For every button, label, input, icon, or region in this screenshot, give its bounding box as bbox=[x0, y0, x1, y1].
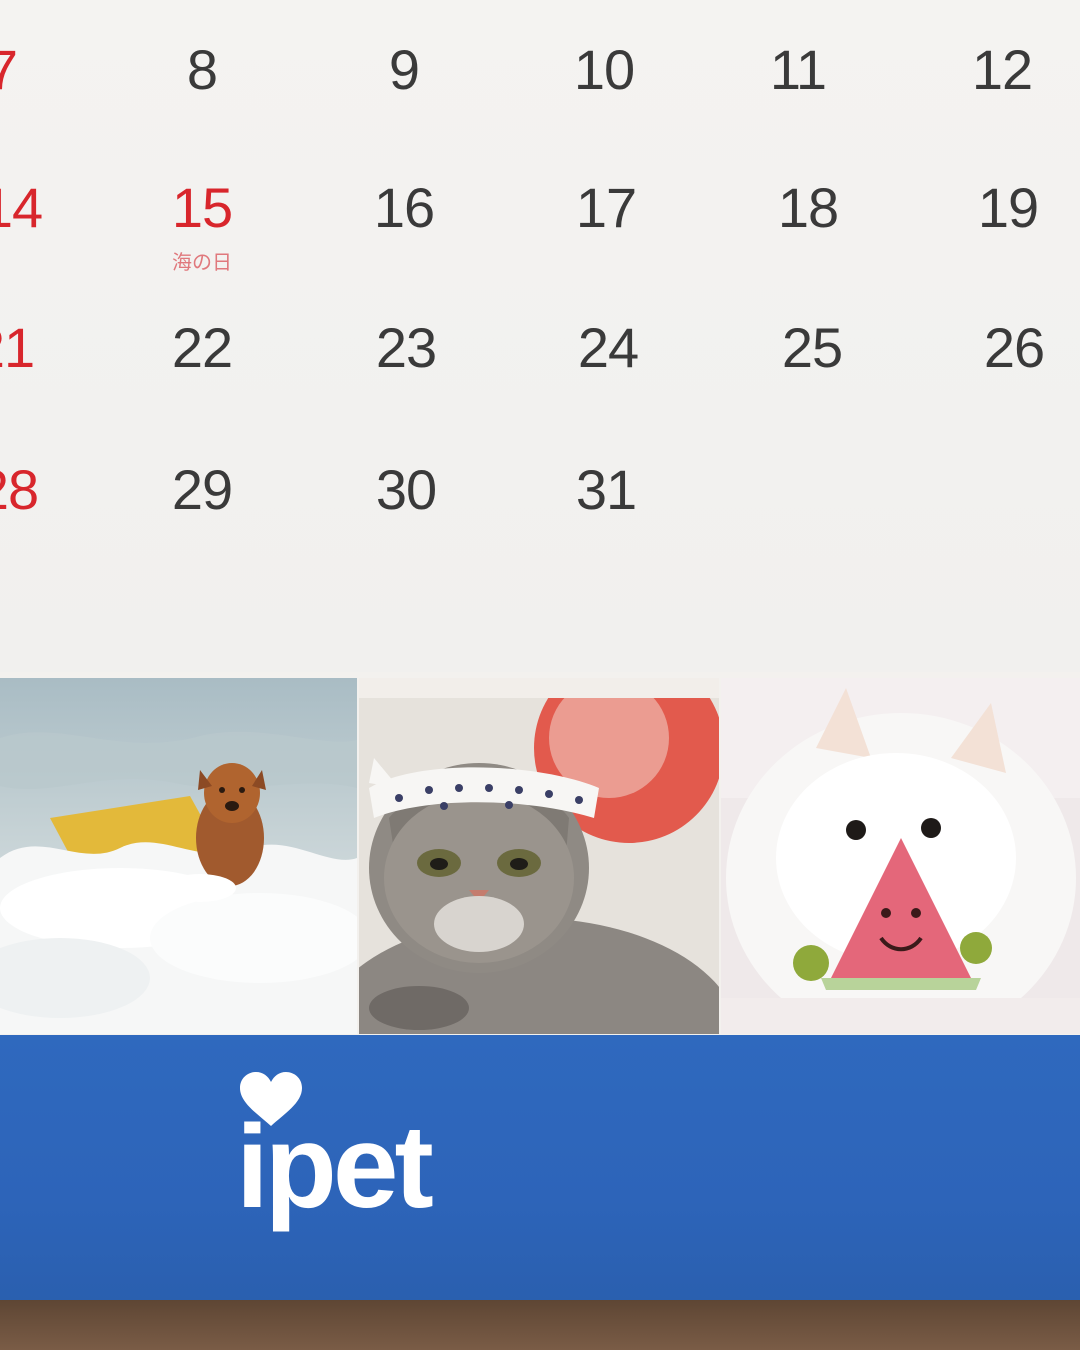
calendar-day: 8 bbox=[186, 38, 218, 101]
calendar-day: 14 bbox=[0, 176, 43, 239]
calendar-day: 22 bbox=[171, 316, 233, 379]
calendar-day: 7 bbox=[0, 38, 18, 101]
photo-strip bbox=[0, 672, 1080, 1040]
calendar-day: 11 bbox=[769, 38, 827, 101]
calendar-day: 29 bbox=[171, 458, 233, 521]
calendar-day: 23 bbox=[375, 316, 437, 379]
calendar-day: 9 bbox=[388, 38, 420, 101]
calendar-day: 21 bbox=[0, 316, 35, 379]
table-surface bbox=[0, 1300, 1080, 1350]
calendar-stand-base bbox=[0, 1035, 1080, 1310]
calendar-day: 19 bbox=[977, 176, 1039, 239]
calendar-day: 17 bbox=[575, 176, 637, 239]
calendar-day: 18 bbox=[777, 176, 839, 239]
calendar-day: 25 bbox=[781, 316, 843, 379]
calendar-day: 12 bbox=[971, 38, 1033, 101]
calendar-day: 24 bbox=[577, 316, 639, 379]
ipet-logo: ipet bbox=[236, 1068, 496, 1248]
cat-headband-photo bbox=[359, 678, 719, 1034]
calendar-day-holiday: 15 bbox=[171, 176, 233, 239]
brand-name: ipet bbox=[236, 1101, 434, 1233]
dog-watermelon-photo bbox=[721, 678, 1080, 1034]
calendar-page: 7 8 9 10 11 12 14 15 海の日 16 17 18 19 21 … bbox=[0, 0, 1080, 672]
dog-surfing-photo bbox=[0, 678, 357, 1034]
calendar-day: 28 bbox=[0, 458, 39, 521]
calendar-day: 26 bbox=[983, 316, 1045, 379]
calendar-day: 10 bbox=[573, 38, 635, 101]
holiday-label: 海の日 bbox=[172, 250, 232, 274]
calendar-day: 30 bbox=[375, 458, 437, 521]
calendar-day: 16 bbox=[373, 176, 435, 239]
calendar-day: 31 bbox=[575, 458, 637, 521]
